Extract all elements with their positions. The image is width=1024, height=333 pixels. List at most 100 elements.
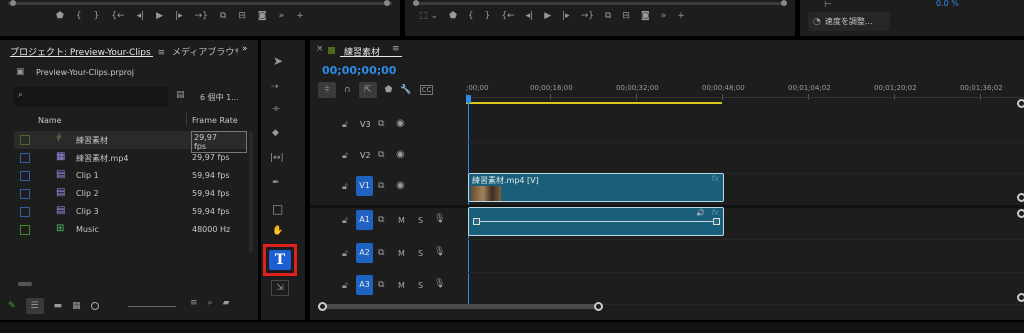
microphone-icon[interactable]: 🎙︎ (434, 279, 445, 289)
time-ruler[interactable]: ;00;00 00;00;16;00 00;00;32;00 00;00;48;00 0… (466, 82, 1024, 106)
solo-button[interactable]: S (418, 249, 423, 258)
eye-icon[interactable]: ◉ (396, 180, 405, 191)
overwrite-icon[interactable]: ⊟ (238, 11, 246, 21)
go-out-icon[interactable]: →} (195, 11, 208, 21)
timecode-display[interactable]: 00;00;00;00 (322, 64, 396, 77)
eye-icon[interactable]: ◉ (396, 118, 405, 129)
lock-icon[interactable]: 🔓︎ (342, 281, 348, 291)
wrench-icon[interactable]: 🔧 (400, 85, 411, 95)
a-scroll-handle-bottom[interactable] (1017, 293, 1024, 302)
pencil-icon[interactable]: ✎ (8, 301, 16, 311)
project-v-scrollbar[interactable] (249, 132, 253, 252)
freeform-view-icon[interactable]: ▦ (72, 301, 81, 311)
speed-button[interactable]: ◔ 速度を調整... (808, 12, 890, 31)
more-icon[interactable]: » (661, 11, 667, 21)
sync-lock-icon[interactable]: ⧉ (378, 280, 384, 290)
video-clip-v1[interactable]: 練習素材.mp4 [V] fx (468, 173, 724, 202)
sync-lock-icon[interactable]: ⧉ (378, 150, 384, 160)
play-icon[interactable]: ▶ (544, 11, 551, 21)
source-scrub-handle-end[interactable] (384, 0, 390, 6)
column-header-name[interactable]: Name (38, 116, 62, 125)
v-scroll-handle-bottom[interactable] (1017, 193, 1024, 202)
export-frame-icon[interactable]: ◙ (258, 11, 267, 21)
lock-icon[interactable]: 🔓︎ (342, 151, 348, 161)
list-item[interactable]: ▤ Clip 2 59,94 fps (14, 185, 246, 203)
type-tool-button[interactable]: T (269, 250, 291, 270)
track-target-a2[interactable]: A2 (356, 243, 373, 263)
panel-menu-icon[interactable]: ≡ (158, 48, 166, 58)
safe-margins-icon[interactable]: ⬚ (419, 11, 428, 21)
h-scroll-handle-right[interactable] (594, 302, 603, 311)
label-color-swatch[interactable] (20, 225, 30, 235)
track-target-v1[interactable]: V1 (356, 176, 373, 196)
timeline-menu-icon[interactable]: ≡ (392, 44, 400, 54)
add-icon[interactable]: + (296, 11, 304, 21)
lock-icon[interactable]: 🔓︎ (342, 216, 348, 226)
zoom-slider-track[interactable] (128, 306, 176, 307)
list-item[interactable]: ▦ 練習素材.mp4 29,97 fps (14, 149, 246, 167)
column-header-framerate[interactable]: Frame Rate (192, 116, 238, 125)
volume-keyframe-start[interactable] (473, 218, 480, 225)
step-forward-icon[interactable]: |▸ (562, 11, 570, 21)
program-scrub-handle-end[interactable] (781, 0, 787, 6)
extract-icon[interactable]: ⊟ (622, 11, 630, 21)
close-icon[interactable]: × (316, 44, 324, 54)
snap-icon[interactable]: ∩ (344, 85, 351, 95)
sync-lock-icon[interactable]: ⧉ (378, 248, 384, 258)
microphone-icon[interactable]: 🎙︎ (434, 214, 445, 224)
h-scroll-handle-left[interactable] (318, 302, 327, 311)
solo-button[interactable]: S (418, 281, 423, 290)
chevron-down-icon[interactable]: ⌄ (431, 11, 439, 21)
icon-view-icon[interactable]: ▬ (54, 301, 63, 311)
a-scroll-handle-top[interactable] (1017, 209, 1024, 218)
track-target-a1[interactable]: A1 (356, 210, 373, 230)
insert-icon[interactable]: ⧉ (220, 11, 226, 21)
timeline-h-scrollbar[interactable] (322, 304, 602, 309)
mute-button[interactable]: M (398, 281, 405, 290)
sync-lock-icon[interactable]: ⧉ (378, 181, 384, 191)
rectangle-tool-icon[interactable]: □ (272, 202, 283, 216)
list-item[interactable]: ▤ Clip 1 59,94 fps (14, 167, 246, 185)
label-color-swatch[interactable] (20, 207, 30, 217)
label-color-swatch[interactable] (20, 171, 30, 181)
more-tabs-icon[interactable]: » (242, 44, 248, 54)
lock-icon[interactable]: 🔓︎ (342, 120, 348, 130)
find-icon[interactable]: ⌕ (208, 298, 213, 308)
sort-icon[interactable]: ≡ (190, 298, 198, 308)
linked-selection-icon[interactable]: ⇱ (358, 82, 377, 98)
list-item[interactable]: ⫩ 練習素材 29,97 fps (14, 131, 247, 153)
out-brace-icon[interactable]: } (485, 11, 491, 21)
add-icon[interactable]: + (677, 11, 685, 21)
source-scrub-handle[interactable] (10, 0, 16, 6)
play-icon[interactable]: ▶ (156, 11, 163, 21)
label-color-swatch[interactable] (20, 189, 30, 199)
marker-icon[interactable]: ⬟ (56, 11, 64, 21)
step-back-icon[interactable]: ◂| (137, 11, 145, 21)
nest-toggle-icon[interactable]: ⫩ (318, 82, 336, 98)
new-bin-icon[interactable]: ▰ (223, 298, 230, 308)
step-back-icon[interactable]: ◂| (526, 11, 534, 21)
slip-tool-icon[interactable]: |↔| (270, 153, 284, 163)
lock-icon[interactable]: 🔓︎ (342, 182, 348, 192)
hand-tool-icon[interactable]: ✋ (272, 226, 283, 236)
v-scroll-handle-top[interactable] (1017, 99, 1024, 108)
tab-media-browser[interactable]: メディアブラウザ (172, 45, 238, 58)
track-select-tool-icon[interactable]: ⇢ (271, 82, 279, 92)
track-target-a3[interactable]: A3 (356, 275, 373, 295)
microphone-icon[interactable]: 🎙︎ (434, 247, 445, 257)
mute-button[interactable]: M (398, 249, 405, 258)
search-field[interactable] (32, 89, 162, 103)
sync-lock-icon[interactable]: ⧉ (378, 119, 384, 129)
in-brace-icon[interactable]: { (76, 11, 82, 21)
label-color-swatch[interactable] (20, 153, 30, 163)
label-color-swatch[interactable] (20, 135, 30, 145)
more-icon[interactable]: » (279, 11, 285, 21)
bin-filter-icon[interactable]: ▤ (176, 90, 185, 100)
razor-tool-icon[interactable]: ◆ (272, 128, 279, 138)
zoom-slider-handle[interactable] (90, 302, 99, 310)
list-item[interactable]: ▤ Clip 3 59,94 fps (14, 203, 246, 221)
solo-button[interactable]: S (418, 216, 423, 225)
add-marker-icon[interactable]: ⬟ (385, 85, 393, 95)
pen-tool-icon[interactable]: ✒ (272, 178, 280, 188)
lift-icon[interactable]: ⧉ (605, 11, 611, 21)
